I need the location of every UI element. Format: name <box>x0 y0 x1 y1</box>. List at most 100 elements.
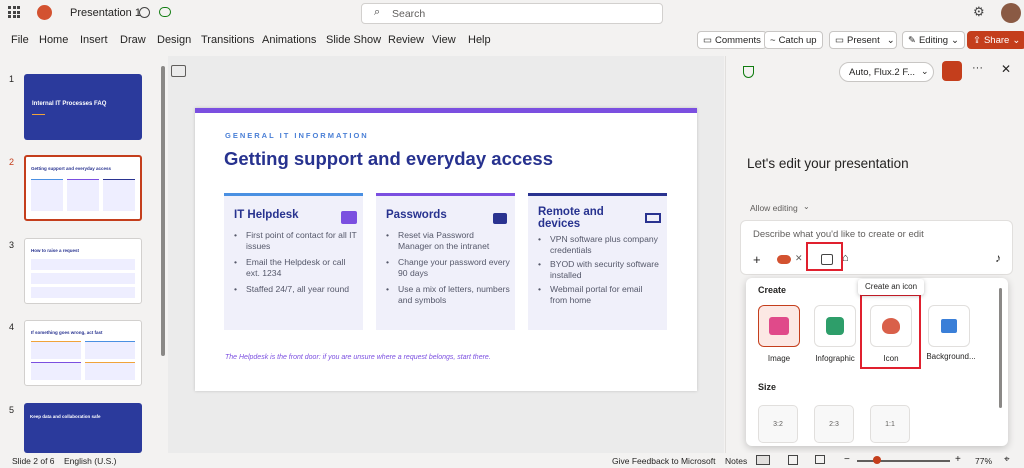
infographic-icon <box>826 317 844 335</box>
menu-transitions[interactable]: Transitions <box>201 34 254 46</box>
feedback-link[interactable]: Give Feedback to Microsoft <box>612 456 715 466</box>
slide-counter: Slide 2 of 6 <box>12 456 55 466</box>
laptop-icon <box>645 213 661 223</box>
menu-help[interactable]: Help <box>468 34 491 46</box>
size-option-1-1[interactable]: 1:1 <box>870 405 910 443</box>
share-button[interactable]: ⇪ Share ⌄ <box>967 31 1024 49</box>
current-slide[interactable]: GENERAL IT INFORMATION Getting support a… <box>195 108 697 391</box>
menu-home[interactable]: Home <box>39 34 68 46</box>
menu-design[interactable]: Design <box>157 34 191 46</box>
thumb-title: Keep data and collaboration safe <box>30 414 101 419</box>
model-selector[interactable]: Auto, Flux.2 F... ⌄ <box>839 62 934 82</box>
zoom-slider[interactable] <box>857 460 950 462</box>
bullet: • Change your password every 90 days <box>386 257 510 278</box>
normal-view-icon[interactable] <box>756 455 770 465</box>
slide-thumbnail-2[interactable]: Getting support and everyday access <box>24 155 142 221</box>
menu-view[interactable]: View <box>432 34 456 46</box>
present-button[interactable]: ▭ Present ⌄ <box>829 31 897 49</box>
chevron-down-icon: ⌄ <box>803 202 810 211</box>
card-passwords: Passwords • Reset via Password Manager on… <box>376 193 515 330</box>
size-option-2-3[interactable]: 2:3 <box>814 405 854 443</box>
bullet: • VPN software plus company credentials <box>538 234 658 255</box>
bullet: • Email the Helpdesk or call ext. 1234 <box>234 257 346 278</box>
comment-icon: ▭ <box>703 34 712 46</box>
panel-scrollbar[interactable] <box>161 66 165 356</box>
thumb-number: 1 <box>9 74 15 84</box>
thumb-card <box>31 179 63 211</box>
menu-draw[interactable]: Draw <box>120 34 146 46</box>
slide-footer: The Helpdesk is the front door: if you a… <box>225 354 491 361</box>
bullet: • Webmail portal for email from home <box>538 284 643 305</box>
tooltip: Create an icon <box>858 279 924 295</box>
powerpoint-logo-icon[interactable] <box>37 5 52 20</box>
allow-editing-dropdown[interactable]: Allow editing <box>750 203 798 213</box>
highlight-image-button <box>806 242 843 271</box>
cloud-sync-icon[interactable] <box>159 7 171 17</box>
catchup-button[interactable]: ~ Catch up <box>764 31 823 49</box>
avatar[interactable] <box>1001 3 1021 23</box>
model-label: Auto, Flux.2 F... <box>849 67 915 78</box>
popup-scrollbar[interactable] <box>999 288 1002 408</box>
designer-chip[interactable] <box>777 255 791 264</box>
chevron-down-icon: ⌄ <box>1012 34 1021 46</box>
search-placeholder: Search <box>392 8 426 20</box>
thumb-card <box>67 179 99 211</box>
reading-view-icon[interactable] <box>815 455 825 464</box>
menu-file[interactable]: File <box>11 34 29 46</box>
background-tile[interactable] <box>928 305 970 347</box>
settings-icon[interactable]: ⚙ <box>973 4 985 20</box>
editing-button[interactable]: ✎ Editing ⌄ <box>902 31 965 49</box>
add-icon[interactable]: + <box>753 252 761 267</box>
search-icon: ⌕ <box>374 6 381 18</box>
menu-slideshow[interactable]: Slide Show <box>326 34 381 46</box>
close-icon[interactable]: ✕ <box>795 253 803 264</box>
microphone-icon[interactable]: ♪ <box>995 251 1001 265</box>
slide-thumbnail-5[interactable]: Keep data and collaboration safe <box>24 403 142 453</box>
pencil-icon: ✎ <box>908 34 916 46</box>
app-launcher-icon[interactable] <box>8 6 20 18</box>
infographic-tile[interactable] <box>814 305 856 347</box>
size-heading: Size <box>758 382 777 392</box>
new-chat-button[interactable] <box>942 61 962 81</box>
thumb-number: 5 <box>9 405 15 415</box>
zoom-in-icon[interactable]: + <box>955 454 961 465</box>
size-option-3-2[interactable]: 3:2 <box>758 405 798 443</box>
search-box[interactable]: ⌕ Search <box>361 3 663 24</box>
menu-animations[interactable]: Animations <box>262 34 316 46</box>
thumb-row <box>31 273 135 284</box>
present-label: Present <box>846 34 880 46</box>
zoom-slider-thumb[interactable] <box>873 456 881 464</box>
notes-button[interactable]: Notes <box>725 456 747 466</box>
close-icon[interactable]: ✕ <box>1001 62 1011 76</box>
catchup-icon: ~ <box>770 34 776 46</box>
document-title[interactable]: Presentation 1 <box>70 7 141 19</box>
language[interactable]: English (U.S.) <box>64 456 116 466</box>
comments-label: Comments <box>714 34 761 46</box>
tile-label: Background... <box>926 352 976 361</box>
bullet: • Reset via Password Manager on the intra… <box>386 230 490 251</box>
chevron-down-icon[interactable]: ⌄ <box>887 35 895 46</box>
card-it-helpdesk: IT Helpdesk • First point of contact for … <box>224 193 363 330</box>
thumb-title: Internal IT Processes FAQ <box>32 101 107 107</box>
sorter-view-icon[interactable] <box>788 455 798 465</box>
zoom-out-icon[interactable]: − <box>844 454 850 465</box>
comments-button[interactable]: ▭ Comments <box>697 31 767 49</box>
card-remote-devices: Remote and devices • VPN software plus co… <box>528 193 667 330</box>
slide-thumbnail-4[interactable]: If something goes wrong, act fast <box>24 320 142 386</box>
catchup-label: Catch up <box>778 34 817 46</box>
status-bar: Slide 2 of 6 English (U.S.) Give Feedbac… <box>0 453 1024 468</box>
thumb-number: 3 <box>9 240 15 250</box>
image-tile[interactable] <box>758 305 800 347</box>
bullet: • Use a mix of letters, numbers and symbo… <box>386 284 510 305</box>
zoom-level[interactable]: 77% <box>975 456 992 466</box>
panel-toggle-icon[interactable] <box>171 65 186 77</box>
menu-review[interactable]: Review <box>388 34 424 46</box>
fit-icon[interactable]: ⌖ <box>1004 454 1010 465</box>
more-icon[interactable]: ··· <box>972 62 983 74</box>
prompt-box[interactable]: Describe what you'd like to create or ed… <box>740 220 1013 275</box>
slide-thumbnail-3[interactable]: How to raise a request <box>24 238 142 304</box>
slide-thumbnail-1[interactable]: Internal IT Processes FAQ <box>24 74 142 140</box>
menu-insert[interactable]: Insert <box>80 34 108 46</box>
shield-icon[interactable] <box>139 7 150 18</box>
thumb-card <box>85 341 135 359</box>
